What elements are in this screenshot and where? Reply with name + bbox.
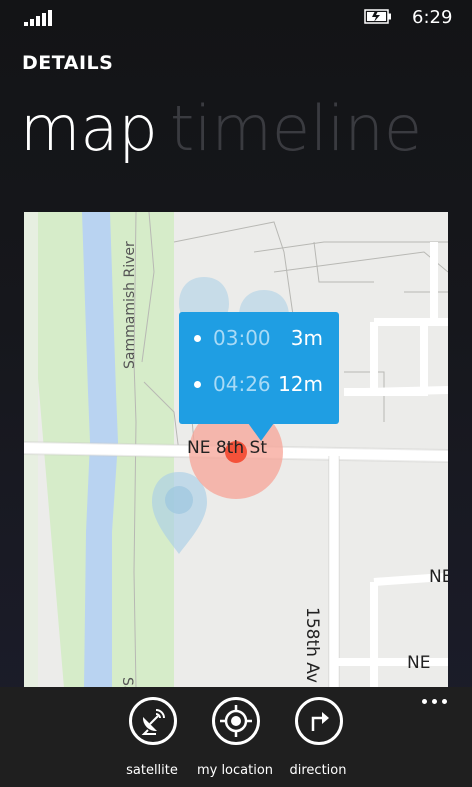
- popup-entry-duration: 3m: [290, 326, 323, 350]
- popup-entry-time: 03:00: [213, 326, 271, 350]
- satellite-button[interactable]: satellite: [107, 697, 197, 778]
- location-target-icon: [212, 697, 260, 745]
- street-label-158th: 158th Av: [302, 607, 322, 683]
- app-title: DETAILS: [22, 52, 114, 74]
- more-ellipsis-icon[interactable]: [420, 695, 450, 707]
- bullet-icon: [194, 335, 201, 342]
- popup-entry-time: 04:26: [213, 372, 271, 396]
- app-bar: satellite my location direction: [0, 687, 472, 787]
- satellite-dish-icon: [129, 697, 177, 745]
- status-bar: 6:29: [0, 0, 472, 34]
- map-view[interactable]: NE 8th St 158th Av Sammamish River Sam N…: [24, 212, 448, 688]
- stay-popup[interactable]: 03:00 3m 04:26 12m: [179, 312, 339, 424]
- popup-entry[interactable]: 03:00 3m: [179, 324, 339, 354]
- direction-arrow-icon: [295, 697, 343, 745]
- satellite-label: satellite: [126, 763, 178, 778]
- street-label-river: Sammamish River: [122, 241, 138, 369]
- popup-pointer: [248, 423, 274, 441]
- signal-bars-icon: [24, 8, 54, 26]
- street-label-ne-right2: NE: [407, 653, 431, 673]
- clock: 6:29: [412, 7, 453, 28]
- my-location-label: my location: [196, 763, 274, 778]
- battery-charging-icon: [364, 9, 391, 24]
- popup-entry-duration: 12m: [278, 372, 323, 396]
- street-label-ne-8th: NE 8th St: [187, 438, 267, 458]
- direction-label: direction: [289, 763, 347, 778]
- my-location-button[interactable]: my location: [190, 697, 280, 778]
- tab-map[interactable]: map: [20, 98, 158, 160]
- bullet-icon: [194, 381, 201, 388]
- street-label-ne-right1: NE: [429, 567, 448, 587]
- direction-button[interactable]: direction: [273, 697, 363, 778]
- popup-entry[interactable]: 04:26 12m: [179, 370, 339, 400]
- tab-timeline[interactable]: timeline: [170, 98, 422, 160]
